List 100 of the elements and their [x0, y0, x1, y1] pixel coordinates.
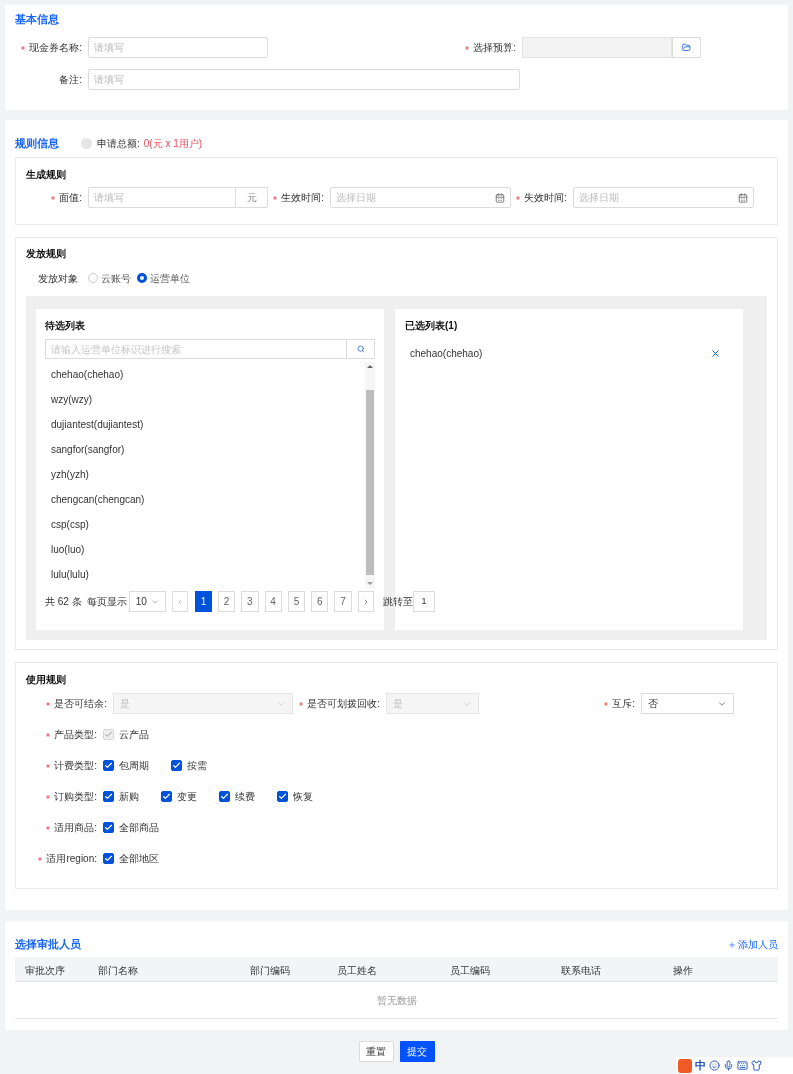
field-label: 适用商品:	[54, 821, 97, 835]
checkbox[interactable]	[103, 791, 114, 802]
plus-icon	[728, 940, 736, 949]
empty-text: 暂无数据	[376, 993, 417, 1008]
field-label: 生效时间:	[281, 191, 324, 205]
page-button[interactable]: 7	[334, 591, 352, 612]
list-item[interactable]: chengcan(chengcan)	[45, 487, 365, 512]
radio-button[interactable]	[137, 273, 147, 283]
checkbox-label: 全部商品	[119, 821, 159, 835]
remove-icon[interactable]	[710, 347, 721, 359]
list-title: 已选列表(1)	[405, 319, 459, 331]
jump-page-field[interactable]: 1	[413, 591, 435, 612]
selected-item: chehao(chehao)	[410, 346, 483, 361]
list-item[interactable]: lulu(lulu)	[45, 562, 365, 587]
checkbox-label: 云产品	[119, 728, 149, 742]
radio-label: 运营单位	[150, 271, 190, 286]
column-header: 部门名称	[98, 965, 138, 976]
add-person-button[interactable]: 添加人员	[728, 937, 778, 952]
ime-logo-icon	[678, 1058, 692, 1073]
page-button[interactable]: 1	[195, 591, 212, 612]
unit-suffix: 元	[235, 188, 267, 207]
checkbox-label: 变更	[177, 790, 197, 804]
checkbox[interactable]	[161, 791, 172, 802]
check-icon	[162, 792, 171, 801]
checkbox[interactable]	[219, 791, 230, 802]
column-header: 审批次序	[25, 965, 65, 976]
check-icon	[104, 854, 113, 863]
list-item[interactable]: wzy(wzy)	[45, 387, 365, 412]
section-title: 选择审批人员	[15, 937, 81, 953]
page-button[interactable]: 2	[217, 591, 236, 612]
page-size-select[interactable]: 10	[128, 591, 166, 612]
page-size-label: 每页显示	[86, 595, 127, 609]
column-header: 联系电话	[561, 965, 601, 976]
checkbox-label: 续费	[235, 790, 255, 804]
browse-button[interactable]	[672, 37, 701, 58]
total-label: 申请总额:	[97, 136, 140, 151]
required-icon	[37, 855, 44, 862]
calendar-icon	[738, 192, 748, 203]
check-icon	[104, 792, 113, 801]
column-header: 操作	[673, 965, 693, 976]
check-icon	[278, 792, 287, 801]
list-item[interactable]: dujiantest(dujiantest)	[45, 412, 365, 437]
field-label: 现金券名称:	[29, 41, 82, 55]
required-icon	[20, 44, 27, 51]
folder-icon	[682, 43, 691, 52]
radio-label: 云账号	[101, 271, 131, 286]
scrollbar[interactable]	[365, 362, 375, 588]
group-title: 生成规则	[26, 168, 67, 181]
column-header: 部门编码	[250, 965, 290, 976]
page-button[interactable]: 6	[311, 591, 329, 612]
section-title: 规则信息	[15, 135, 60, 151]
select-field[interactable]: 否	[641, 693, 734, 714]
column-header: 员工姓名	[337, 965, 377, 976]
field-label: 产品类型:	[54, 728, 97, 742]
search-icon	[356, 345, 365, 353]
field-label: 适用region:	[46, 852, 97, 866]
checkbox[interactable]	[171, 760, 182, 771]
page-button[interactable]: 3	[241, 591, 259, 612]
calendar-icon	[495, 192, 505, 203]
list-item[interactable]: csp(csp)	[45, 512, 365, 537]
checkbox[interactable]	[103, 822, 114, 833]
field-label: 是否可划拨回收:	[307, 697, 380, 711]
checkbox[interactable]	[277, 791, 288, 802]
checkbox-label: 包周期	[119, 759, 149, 773]
required-icon	[464, 44, 471, 51]
list-item[interactable]: chehao(chehao)	[45, 362, 365, 387]
checkbox[interactable]	[103, 760, 114, 771]
required-icon	[515, 194, 522, 201]
reset-button[interactable]: 重置	[358, 1041, 394, 1062]
checkbox[interactable]	[103, 853, 114, 864]
field-label: 备注:	[59, 73, 82, 87]
required-icon	[45, 700, 52, 707]
required-icon	[45, 731, 52, 738]
required-icon	[45, 793, 52, 800]
field-label: 失效时间:	[524, 191, 567, 205]
section-title: 基本信息	[15, 12, 60, 26]
list-item[interactable]: sangfor(sangfor)	[45, 437, 365, 462]
check-icon	[172, 761, 181, 770]
submit-button[interactable]: 提交	[399, 1041, 435, 1062]
coin-icon	[81, 137, 92, 149]
check-icon	[104, 761, 113, 770]
field-label: 是否可结余:	[54, 697, 107, 711]
field-label: 订购类型:	[54, 790, 97, 804]
field-label: 面值:	[59, 191, 82, 205]
required-icon	[272, 194, 279, 201]
field-label: 计费类型:	[54, 759, 97, 773]
keyboard-icon[interactable]	[737, 1060, 748, 1071]
page-button[interactable]: 5	[287, 591, 306, 612]
smile-icon[interactable]	[709, 1060, 720, 1071]
column-header: 员工编码	[450, 965, 490, 976]
list-title: 待选列表	[45, 319, 86, 331]
microphone-icon[interactable]	[723, 1060, 734, 1071]
shirt-icon[interactable]	[751, 1060, 762, 1071]
check-icon	[220, 792, 229, 801]
ime-mode-label[interactable]: 中	[695, 1057, 706, 1074]
page-button[interactable]: 4	[264, 591, 282, 612]
list-item[interactable]: yzh(yzh)	[45, 462, 365, 487]
list-item[interactable]: luo(luo)	[45, 537, 365, 562]
checkbox-label: 恢复	[293, 790, 313, 804]
required-icon	[298, 700, 305, 707]
